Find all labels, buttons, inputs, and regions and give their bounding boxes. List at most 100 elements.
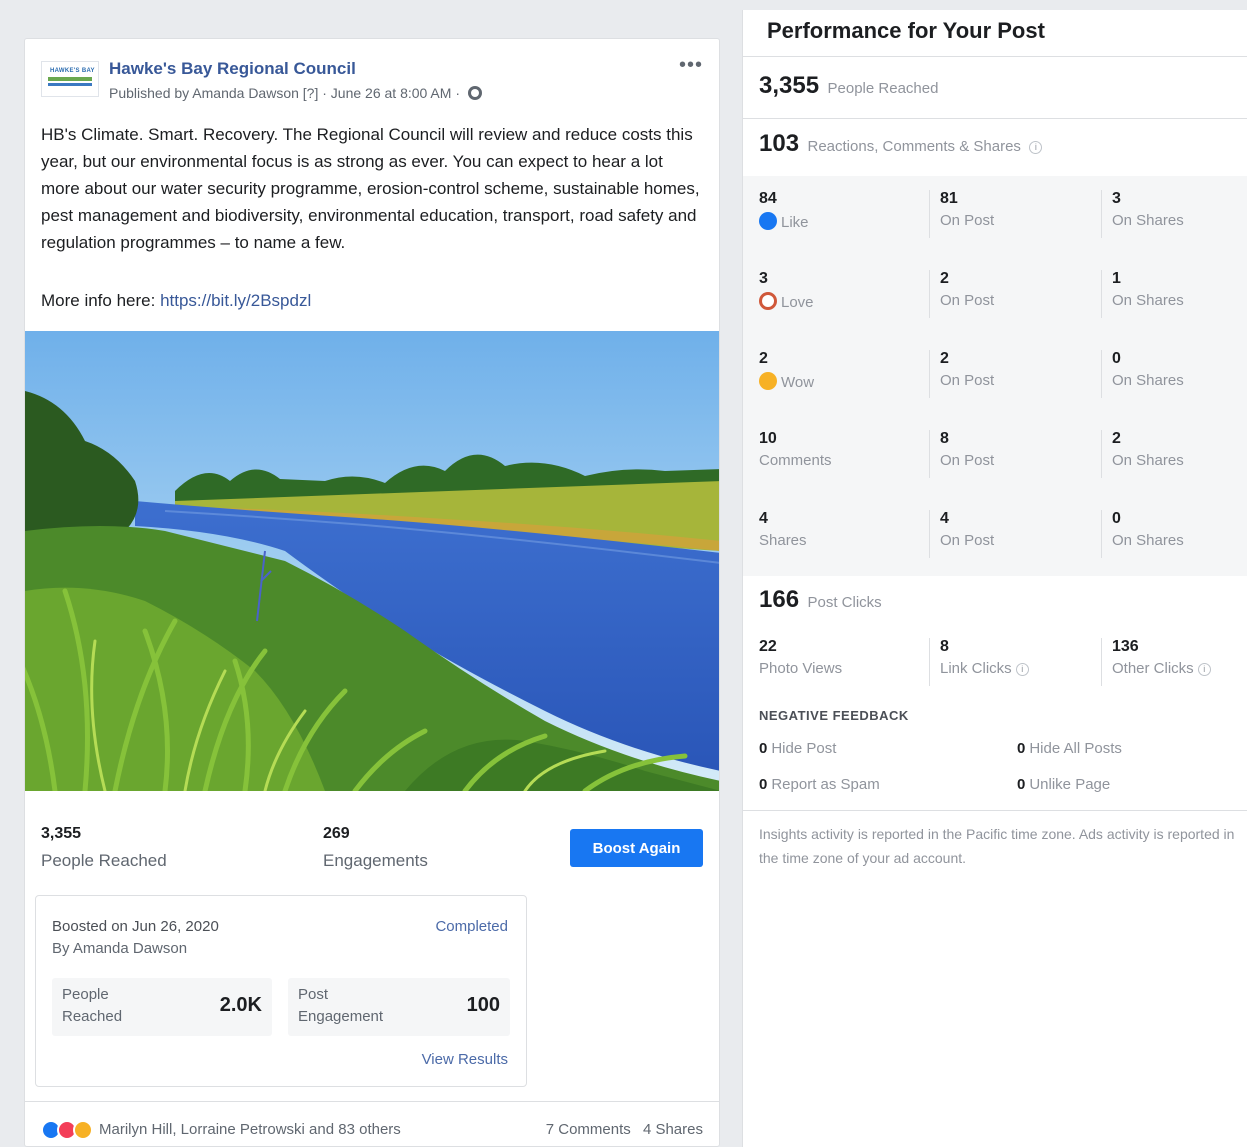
report-spam-value: 0	[759, 776, 768, 793]
hide-all-posts-stat: 0 Hide All Posts	[1017, 740, 1122, 757]
view-results-link[interactable]: View Results	[422, 1051, 508, 1068]
photo-views: 22 Photo Views	[759, 638, 919, 677]
page-logo[interactable]: HAWKE'S BAY	[41, 61, 99, 97]
boost-post-engagement-label-2: Engagement	[298, 1008, 384, 1025]
insights-people-reached-value: 3,355	[759, 72, 820, 99]
page-name-link[interactable]: Hawke's Bay Regional Council	[109, 59, 356, 79]
breakdown-row-wow: 2 Wow 2 On Post 0 On Shares	[743, 336, 1247, 416]
insights-rcs-value: 103	[759, 130, 800, 157]
on-post-label: On Post	[940, 212, 995, 229]
on-post-label: On Post	[940, 292, 995, 309]
wow-on-shares: 0	[1112, 350, 1121, 367]
breakdown-on-shares: 0 On Shares	[1101, 510, 1247, 558]
breakdown-on-post: 2 On Post	[929, 350, 1089, 398]
breakdown-on-shares: 3 On Shares	[1101, 190, 1247, 238]
boost-people-reached: People Reached 2.0K	[52, 978, 272, 1036]
like-on-shares: 3	[1112, 190, 1121, 207]
boost-people-reached-value: 2.0K	[219, 994, 262, 1016]
on-shares-label: On Shares	[1112, 372, 1184, 389]
breakdown-total: 3 Love	[759, 270, 919, 311]
divider	[743, 118, 1247, 119]
breakdown-on-post: 81 On Post	[929, 190, 1089, 238]
clicks-breakdown: 22 Photo Views 8 Link Clicks i 136 Other …	[743, 624, 1247, 686]
insights-post-clicks: 166 Post Clicks	[759, 586, 882, 614]
insights-people-reached: 3,355 People Reached	[759, 72, 938, 100]
post-photo[interactable]	[25, 331, 719, 791]
shares-on-shares: 0	[1112, 510, 1121, 527]
post-meta: Published by Amanda Dawson [?] · June 26…	[109, 85, 482, 101]
breakdown-on-shares: 1 On Shares	[1101, 270, 1247, 318]
breakdown-row-love: 3 Love 2 On Post 1 On Shares	[743, 256, 1247, 336]
link-clicks: 8 Link Clicks i	[929, 638, 1089, 686]
logo-text: HAWKE'S BAY	[50, 68, 95, 74]
wow-total: 2	[759, 350, 768, 367]
like-label-text: Like	[781, 214, 809, 231]
boost-post-engagement-label-1: Post	[298, 986, 329, 1003]
boost-again-button[interactable]: Boost Again	[570, 829, 703, 867]
breakdown-on-shares: 2 On Shares	[1101, 430, 1247, 478]
link-clicks-label: Link Clicks i	[940, 660, 1089, 677]
boost-status: Completed	[435, 918, 508, 935]
love-icon	[759, 292, 777, 310]
breakdown-on-post: 2 On Post	[929, 270, 1089, 318]
post-card: HAWKE'S BAY Hawke's Bay Regional Council…	[24, 38, 720, 1147]
breakdown-row-shares: 4 Shares 4 On Post 0 On Shares	[743, 496, 1247, 576]
like-icon	[759, 212, 777, 230]
love-label-text: Love	[781, 294, 814, 311]
boost-summary-box: Boosted on Jun 26, 2020 By Amanda Dawson…	[35, 895, 527, 1087]
reactors-link[interactable]: Marilyn Hill, Lorraine Petrowski and 83 …	[99, 1121, 401, 1138]
hide-all-posts-value: 0	[1017, 740, 1026, 757]
wow-label-text: Wow	[781, 374, 815, 391]
shares-count-link[interactable]: 4 Shares	[643, 1121, 703, 1138]
other-clicks-label: Other Clicks i	[1112, 660, 1247, 677]
shares-on-post: 4	[940, 510, 949, 527]
hide-post-value: 0	[759, 740, 768, 757]
like-on-post: 81	[940, 190, 958, 207]
wow-icon	[759, 372, 777, 390]
logo-stripe-green	[48, 77, 92, 81]
river-landscape-image	[25, 331, 719, 791]
boost-people-reached-label-2: Reached	[62, 1008, 123, 1025]
comments-total: 10	[759, 430, 777, 447]
reaction-counts: 7 Comments 4 Shares	[538, 1121, 703, 1138]
post-body-text: HB's Climate. Smart. Recovery. The Regio…	[41, 125, 700, 252]
on-shares-label: On Shares	[1112, 532, 1184, 549]
info-icon[interactable]: i	[1197, 663, 1211, 676]
reactions-breakdown: 84 Like 81 On Post 3 On Shares 3 Love 2 …	[743, 176, 1247, 576]
on-shares-label: On Shares	[1112, 292, 1184, 309]
divider	[743, 810, 1247, 811]
breakdown-on-post: 4 On Post	[929, 510, 1089, 558]
boost-author: By Amanda Dawson	[52, 940, 188, 957]
post-link[interactable]: https://bit.ly/2Bspdzl	[160, 291, 311, 310]
wow-label: Wow	[759, 372, 919, 391]
insights-panel: Performance for Your Post 3,355 People R…	[742, 10, 1247, 1147]
info-icon[interactable]: i	[1029, 141, 1043, 154]
photo-views-value: 22	[759, 638, 777, 655]
comments-label: Comments	[759, 452, 832, 469]
other-clicks: 136 Other Clicks i	[1101, 638, 1247, 686]
post-clicks-label: Post Clicks	[807, 594, 882, 611]
insights-rcs-label: Reactions, Comments & Shares	[807, 138, 1021, 155]
post-stats-row: 3,355 People Reached 269 Engagements Boo…	[25, 791, 719, 883]
on-post-label: On Post	[940, 532, 995, 549]
insights-footer-note: Insights activity is reported in the Pac…	[759, 826, 1235, 866]
boost-post-engagement: Post Engagement 100	[288, 978, 510, 1036]
wow-on-post: 2	[940, 350, 949, 367]
breakdown-total: 2 Wow	[759, 350, 919, 391]
comments-count-link[interactable]: 7 Comments	[546, 1121, 631, 1138]
breakdown-total: 84 Like	[759, 190, 919, 231]
reactions-bar: Marilyn Hill, Lorraine Petrowski and 83 …	[25, 1101, 719, 1146]
photo-views-label: Photo Views	[759, 660, 843, 677]
on-post-label: On Post	[940, 372, 995, 389]
like-total: 84	[759, 190, 777, 207]
like-label: Like	[759, 212, 919, 231]
hide-all-posts-label: Hide All Posts	[1029, 740, 1122, 757]
people-reached-label: People Reached	[41, 851, 167, 870]
boost-post-engagement-value: 100	[466, 994, 500, 1016]
other-clicks-value: 136	[1112, 638, 1139, 655]
more-options-icon[interactable]: •••	[679, 55, 703, 75]
on-post-label: On Post	[940, 452, 995, 469]
info-icon[interactable]: i	[1015, 663, 1029, 676]
comments-on-shares: 2	[1112, 430, 1121, 447]
unlike-page-value: 0	[1017, 776, 1026, 793]
